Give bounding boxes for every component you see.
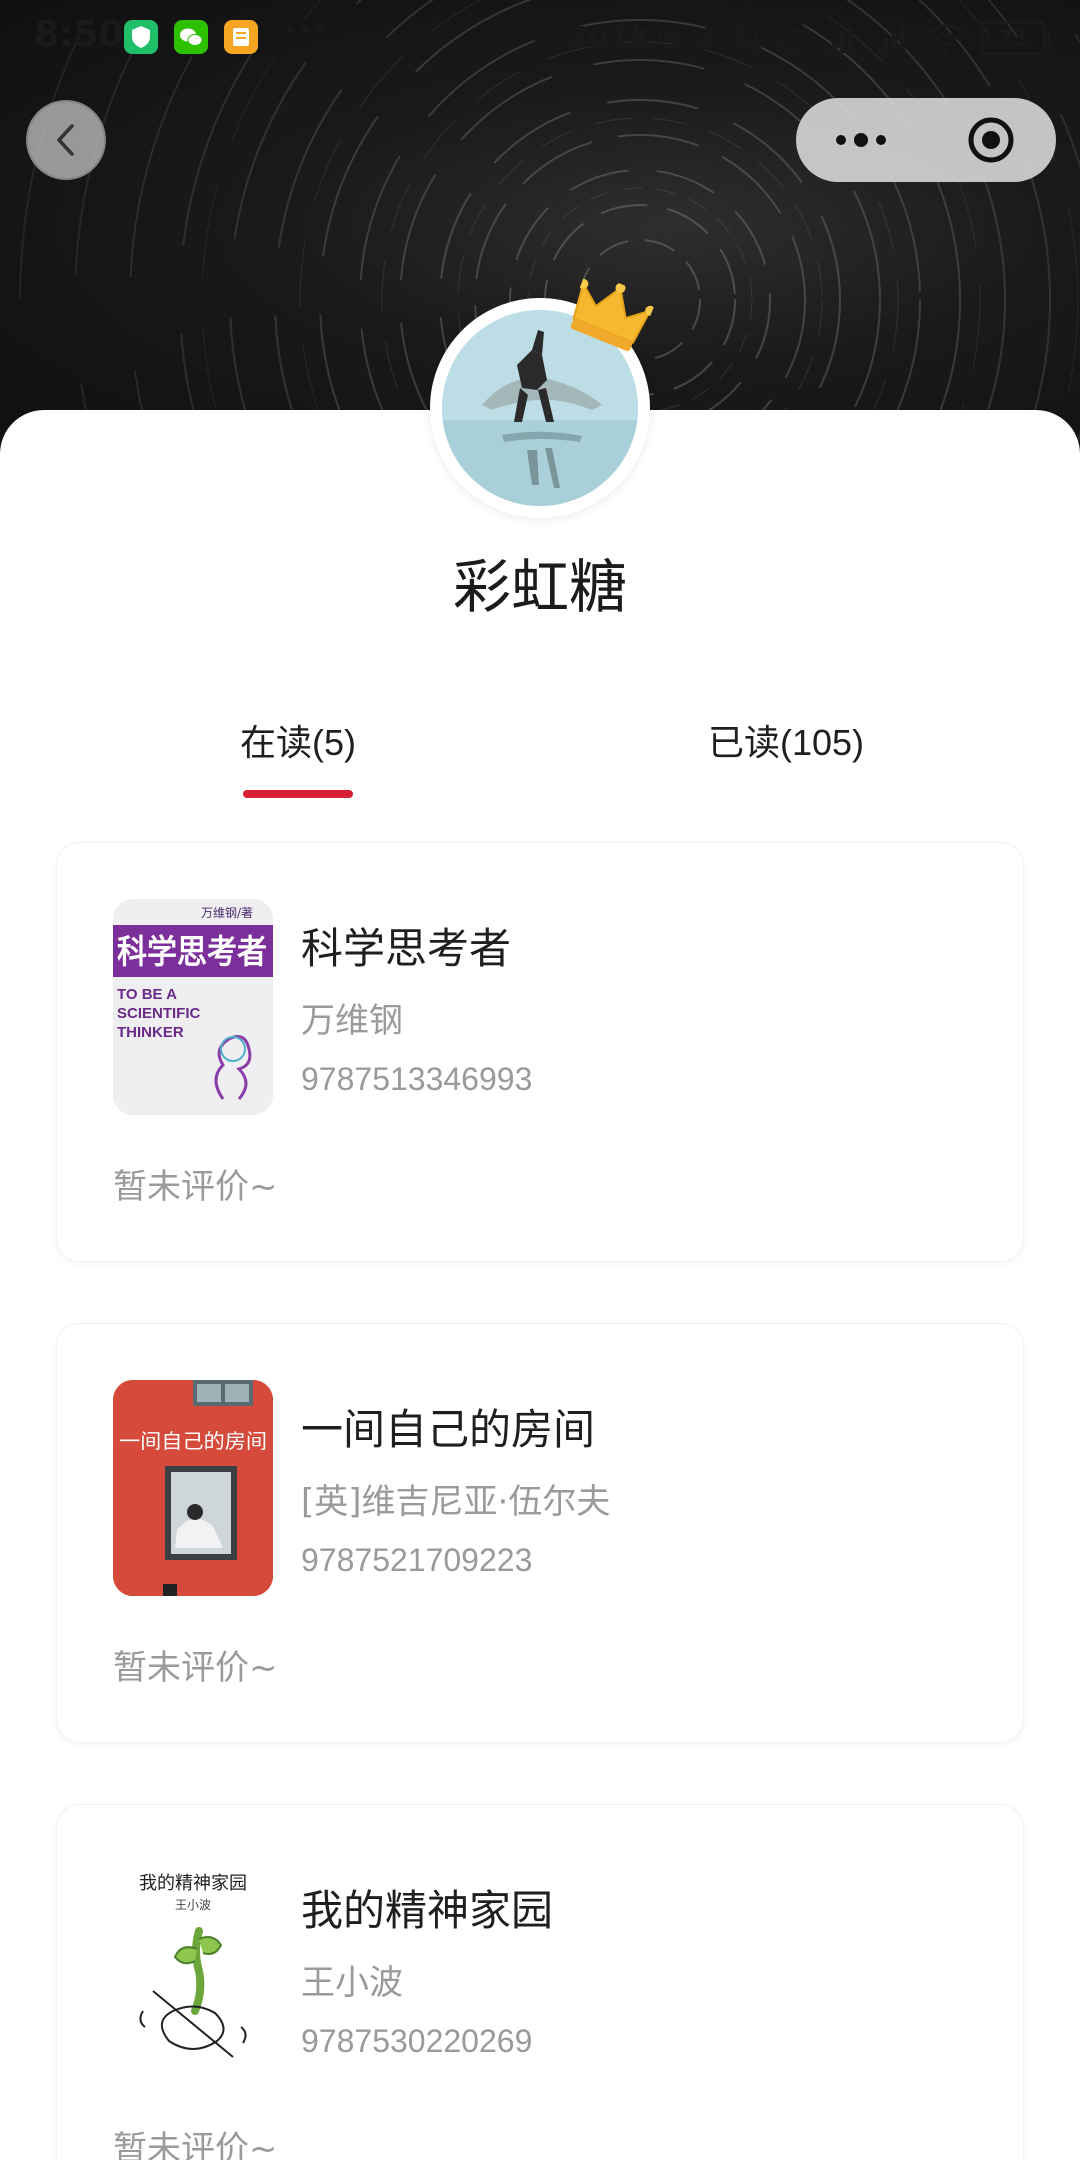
- book-isbn: 9787513346993: [301, 1061, 533, 1097]
- book-cover: 我的精神家园 王小波: [113, 1861, 273, 2077]
- book-author: 万维钢: [301, 1001, 403, 1041]
- alarm-icon: [776, 21, 808, 55]
- username: 彩虹糖: [452, 553, 627, 621]
- signal-hd-icon: [822, 21, 860, 55]
- active-tab-indicator: [243, 790, 353, 798]
- cover-english-3: THINKER: [117, 1024, 184, 1041]
- book-title: 我的精神家园: [301, 1886, 554, 1935]
- book-isbn: 9787521709223: [301, 1542, 533, 1578]
- book-cover: 一间自己的房间: [113, 1380, 273, 1596]
- tab-reading[interactable]: 在读(5): [240, 714, 356, 766]
- target-close-icon: [968, 117, 1014, 163]
- network-speed: 401K/s: [567, 20, 682, 56]
- wifi-icon: [926, 21, 966, 55]
- cover-english-2: SCIENTIFIC: [117, 1005, 201, 1022]
- book-card[interactable]: 一间自己的房间 一间自己的房间 [英]维吉尼亚·伍尔夫 978752170922…: [56, 1323, 1024, 1743]
- book-cover-art: 万维钢/著 科学思考者 TO BE A SCIENTIFIC THINKER: [113, 899, 273, 1115]
- book-review-status: 暂未评价~: [113, 2129, 278, 2160]
- book-cover: 万维钢/著 科学思考者 TO BE A SCIENTIFIC THINKER: [113, 899, 273, 1115]
- book-isbn: 9787530220269: [301, 2023, 533, 2059]
- wechat-icon: [174, 20, 208, 54]
- notes-app-icon: [224, 20, 258, 54]
- back-button[interactable]: [26, 100, 106, 180]
- book-review-status: 暂未评价~: [113, 1167, 278, 1207]
- capsule-more-button[interactable]: [796, 98, 926, 182]
- book-author: [英]维吉尼亚·伍尔夫: [301, 1482, 611, 1522]
- chevron-left-icon: [57, 124, 74, 156]
- security-app-icon: [124, 20, 158, 54]
- tab-read[interactable]: 已读(105): [708, 714, 864, 766]
- signal-icon: [874, 21, 912, 55]
- bluetooth-icon: [696, 21, 718, 55]
- book-title: 科学思考者: [301, 924, 512, 973]
- cover-title: 我的精神家园: [139, 1873, 247, 1894]
- cover-title: 科学思考者: [117, 932, 267, 971]
- cover-author-line: 万维钢/著: [201, 906, 253, 920]
- cover-author-line: 王小波: [175, 1898, 211, 1912]
- more-dots-icon: [836, 133, 886, 147]
- status-bar: 8:50 ··· 401K/s 73: [0, 0, 1080, 76]
- book-cover-art: 我的精神家园 王小波: [113, 1861, 273, 2077]
- cover-title: 一间自己的房间: [119, 1429, 267, 1453]
- battery-indicator: 73: [980, 21, 1051, 55]
- mute-bell-icon: [732, 21, 762, 55]
- cover-english-1: TO BE A: [117, 986, 177, 1003]
- book-card[interactable]: 我的精神家园 王小波 我的精神家园 王小波 9787530220269 暂未评价…: [56, 1804, 1024, 2160]
- capsule-close-button[interactable]: [926, 98, 1056, 182]
- book-cover-art: 一间自己的房间: [113, 1380, 273, 1596]
- status-right-group: 401K/s 73: [567, 16, 1051, 60]
- reader-profile-page: 8:50 ··· 401K/s 73 彩虹糖 在读(5) 已读(105) 万维钢…: [0, 0, 1080, 2160]
- book-author: 王小波: [301, 1963, 403, 2003]
- book-title: 一间自己的房间: [301, 1405, 596, 1454]
- book-review-status: 暂未评价~: [113, 1648, 278, 1688]
- status-time: 8:50: [34, 14, 124, 55]
- book-card[interactable]: 万维钢/著 科学思考者 TO BE A SCIENTIFIC THINKER 科…: [56, 842, 1024, 1262]
- miniprogram-capsule: [796, 98, 1056, 182]
- more-notifications-indicator: ···: [284, 10, 329, 50]
